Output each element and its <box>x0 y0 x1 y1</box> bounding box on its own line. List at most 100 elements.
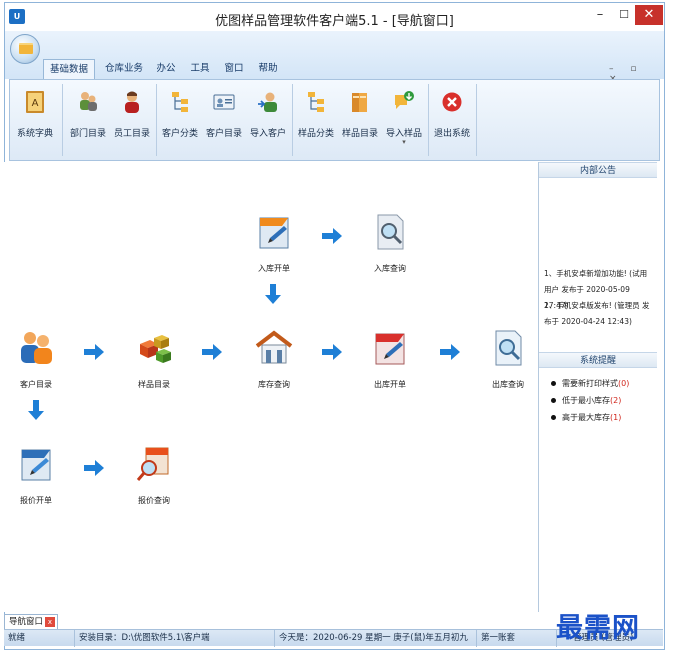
navigation-window-tab-label: 导航窗口 <box>9 617 44 627</box>
customer-directory-label: 客户目录 <box>205 129 242 139</box>
bullet-icon <box>551 381 556 386</box>
quote-label: 报价开单 <box>20 496 52 505</box>
quote-query-icon <box>136 447 169 481</box>
reminder-label: 需要新打印样式 <box>562 379 618 388</box>
sample-class-label: 样品分类 <box>297 129 334 139</box>
bullet-icon <box>551 415 556 420</box>
stock-in-query-icon <box>377 214 404 250</box>
customer-node[interactable]: 客户目录 <box>6 328 66 390</box>
side-panel: 内部公告 1、手机安卓新增加功能! (试用用户 发布于 2020-05-09 1… <box>538 162 657 612</box>
folder-icon <box>19 43 33 54</box>
exit-system-label: 退出系统 <box>433 129 470 139</box>
watermark-text: 最需网 <box>556 613 640 644</box>
stock-in-label: 入库开单 <box>258 264 290 273</box>
sample-directory-button[interactable]: 样品目录 <box>338 86 382 144</box>
arrow-right-icon <box>440 344 460 360</box>
stock-out-label: 出库开单 <box>374 380 406 389</box>
stock-out-query-label: 出库查询 <box>492 380 524 389</box>
status-account: 第一账套 <box>476 630 556 647</box>
department-icon <box>80 92 97 111</box>
import-user-icon <box>258 92 277 112</box>
stock-in-node[interactable]: 入库开单 <box>244 212 304 274</box>
ribbon-separator <box>428 84 429 156</box>
notice-title: 内部公告 <box>539 162 657 178</box>
sample-cubes-icon <box>140 335 171 363</box>
arrow-right-icon <box>322 344 342 360</box>
stock-out-node[interactable]: 出库开单 <box>360 328 420 390</box>
reminder-count: (2) <box>610 396 622 405</box>
tree-hierarchy-icon <box>308 92 324 112</box>
tab-tools[interactable]: 工具 <box>185 59 215 79</box>
arrow-down-icon <box>265 284 281 304</box>
navigation-workspace: 入库开单 入库查询 客户目录 样品目录 库存查询 出库开单 出库查询 报价开单 … <box>4 162 538 612</box>
warehouse-icon <box>255 330 293 364</box>
exit-system-button[interactable]: 退出系统 <box>430 86 474 144</box>
inventory-label: 库存查询 <box>258 380 290 389</box>
title-bar: U 优图样品管理软件客户端5.1 - [导航窗口] – ☐ ✕ <box>5 3 664 31</box>
dictionary-book-icon: A <box>26 91 44 113</box>
reminder-count: (1) <box>610 413 622 422</box>
customers-icon <box>21 332 52 364</box>
status-install-dir: 安装目录：D:\优图软件5.1\客户端 <box>74 630 274 647</box>
reminder-item[interactable]: 高于最大库存(1) <box>551 412 621 423</box>
inventory-node[interactable]: 库存查询 <box>244 328 304 390</box>
department-label: 部门目录 <box>69 129 106 139</box>
system-dictionary-button[interactable]: A 系统字典 <box>12 86 58 144</box>
chevron-down-icon[interactable]: ▾ <box>382 138 426 146</box>
department-button[interactable]: 部门目录 <box>66 86 110 144</box>
customer-label: 客户目录 <box>20 380 52 389</box>
arrow-right-icon <box>84 344 104 360</box>
reminder-item[interactable]: 低于最小库存(2) <box>551 395 621 406</box>
arrow-right-icon <box>202 344 222 360</box>
arrow-right-icon <box>84 460 104 476</box>
reminder-count: (0) <box>618 379 630 388</box>
quote-query-label: 报价查询 <box>138 496 170 505</box>
exit-icon <box>442 92 462 112</box>
reminder-item[interactable]: 需要新打印样式(0) <box>551 378 629 389</box>
quote-query-node[interactable]: 报价查询 <box>124 444 184 506</box>
ribbon-separator <box>476 84 477 156</box>
stock-out-query-icon <box>495 330 522 366</box>
status-date: 今天是：2020-06-29 星期一 庚子(鼠)年五月初九 <box>274 630 476 647</box>
notice-item[interactable]: 2、手机安卓版发布! (管理员 发布于 2020-04-24 12:43) <box>544 298 654 330</box>
sample-directory-label: 样品目录 <box>341 129 378 139</box>
ribbon-separator <box>156 84 157 156</box>
arrow-down-icon <box>28 400 44 420</box>
stock-out-query-node[interactable]: 出库查询 <box>478 328 538 390</box>
tab-warehouse[interactable]: 仓库业务 <box>99 59 149 79</box>
staff-label: 员工目录 <box>113 129 150 139</box>
customer-directory-button[interactable]: 客户目录 <box>202 86 246 144</box>
sample-node[interactable]: 样品目录 <box>124 328 184 390</box>
ribbon-separator <box>292 84 293 156</box>
application-menu-button[interactable] <box>10 34 40 64</box>
window-title: 优图样品管理软件客户端5.1 - [导航窗口] <box>215 14 454 29</box>
sample-class-button[interactable]: 样品分类 <box>294 86 338 144</box>
customer-class-label: 客户分类 <box>161 129 198 139</box>
close-button[interactable]: ✕ <box>635 5 663 25</box>
import-sample-icon <box>395 91 414 109</box>
svg-text:A: A <box>32 98 39 109</box>
ribbon-panel: A 系统字典 部门目录 员工目录 客户分类 客户目录 导入客户 样品分类 样品目… <box>9 79 660 161</box>
minimize-button[interactable]: – <box>589 5 611 25</box>
maximize-button[interactable]: ☐ <box>613 5 635 25</box>
status-ready: 就绪 <box>8 633 26 643</box>
tab-basic-data[interactable]: 基础数据 <box>43 59 95 79</box>
close-tab-icon[interactable]: x <box>45 617 55 627</box>
quote-form-icon <box>21 449 51 481</box>
sample-label: 样品目录 <box>138 380 170 389</box>
tab-help[interactable]: 帮助 <box>253 59 283 79</box>
import-customer-button[interactable]: 导入客户 <box>246 86 290 144</box>
reminder-title: 系统提醒 <box>539 352 657 368</box>
tab-window[interactable]: 窗口 <box>219 59 249 79</box>
reminder-label: 高于最大库存 <box>562 413 610 422</box>
quote-node[interactable]: 报价开单 <box>6 444 66 506</box>
ribbon-separator <box>62 84 63 156</box>
import-sample-button[interactable]: 导入样品 ▾ <box>382 86 426 146</box>
staff-button[interactable]: 员工目录 <box>110 86 154 144</box>
navigation-window-tab[interactable]: 导航窗口 x <box>4 614 58 629</box>
tab-office[interactable]: 办公 <box>151 59 181 79</box>
customer-class-button[interactable]: 客户分类 <box>158 86 202 144</box>
stock-out-form-icon <box>375 333 405 365</box>
stock-in-query-label: 入库查询 <box>374 264 406 273</box>
stock-in-query-node[interactable]: 入库查询 <box>360 212 420 274</box>
